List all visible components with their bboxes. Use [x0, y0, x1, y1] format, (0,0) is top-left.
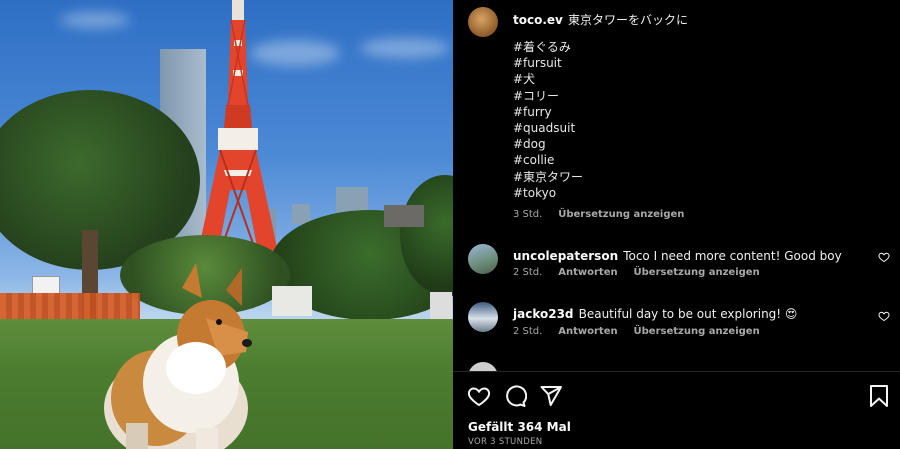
share-icon[interactable] [539, 384, 563, 408]
hashtag[interactable]: #東京タワー [513, 169, 583, 185]
tent [272, 286, 312, 316]
tokyo-tower [198, 0, 278, 252]
hashtag[interactable]: #furry [513, 104, 583, 120]
hashtag[interactable]: #collie [513, 152, 583, 168]
caption-line: toco.ev 東京タワーをバックに [513, 9, 688, 28]
collie-costume [104, 263, 252, 449]
comment-icon[interactable] [503, 384, 527, 408]
commenter-avatar[interactable] [468, 244, 498, 274]
translate-link[interactable]: Übersetzung anzeigen [634, 267, 760, 278]
caption-meta: 3 Std. Übersetzung anzeigen [513, 209, 684, 220]
comment-username[interactable]: jacko23d [513, 307, 574, 321]
hashtag[interactable]: #fursuit [513, 55, 583, 71]
heart-icon[interactable] [467, 384, 491, 408]
comment-time: 2 Std. [513, 267, 543, 278]
hashtag[interactable]: #犬 [513, 71, 583, 87]
heart-outline-icon[interactable] [878, 251, 890, 263]
post-time-ago: VOR 3 STUNDEN [468, 437, 543, 447]
commenter-avatar[interactable] [468, 302, 498, 332]
comment-time: 2 Std. [513, 326, 543, 337]
post-photo[interactable] [0, 0, 453, 449]
translate-link[interactable]: Übersetzung anzeigen [634, 326, 760, 337]
comment-username[interactable]: uncolepaterson [513, 249, 618, 263]
hashtag-list: #着ぐるみ #fursuit #犬 #コリー #furry #quadsuit … [513, 39, 583, 201]
pavilion [384, 205, 424, 227]
caption-time: 3 Std. [513, 209, 543, 220]
comment-text: Toco I need more content! Good boy [623, 249, 842, 263]
author-avatar[interactable] [468, 7, 498, 37]
reply-link[interactable]: Antworten [558, 267, 617, 278]
hashtag[interactable]: #着ぐるみ [513, 39, 583, 55]
cloud [360, 38, 450, 58]
hashtag[interactable]: #tokyo [513, 185, 583, 201]
bookmark-icon[interactable] [867, 384, 891, 408]
tent [430, 292, 452, 322]
comment-meta: 2 Std. Antworten Übersetzung anzeigen [513, 267, 760, 278]
hashtag[interactable]: #dog [513, 136, 583, 152]
hashtag[interactable]: #コリー [513, 88, 583, 104]
comment-meta: 2 Std. Antworten Übersetzung anzeigen [513, 326, 760, 337]
caption-text: 東京タワーをバックに [567, 13, 688, 27]
reply-link[interactable]: Antworten [558, 326, 617, 337]
panel-divider [453, 371, 900, 372]
hashtag[interactable]: #quadsuit [513, 120, 583, 136]
comment-line: uncolepaterson Toco I need more content!… [513, 245, 842, 264]
comment-line: jacko23d Beautiful day to be out explori… [513, 303, 797, 322]
comment-text: Beautiful day to be out exploring! 😍 [578, 307, 798, 321]
heart-outline-icon[interactable] [878, 310, 890, 322]
author-username[interactable]: toco.ev [513, 13, 563, 27]
cloud [60, 12, 130, 28]
caption-translate-link[interactable]: Übersetzung anzeigen [558, 209, 684, 220]
like-count[interactable]: Gefällt 364 Mal [468, 420, 571, 434]
comments-panel: toco.ev 東京タワーをバックに #着ぐるみ #fursuit #犬 #コリ… [453, 0, 900, 449]
